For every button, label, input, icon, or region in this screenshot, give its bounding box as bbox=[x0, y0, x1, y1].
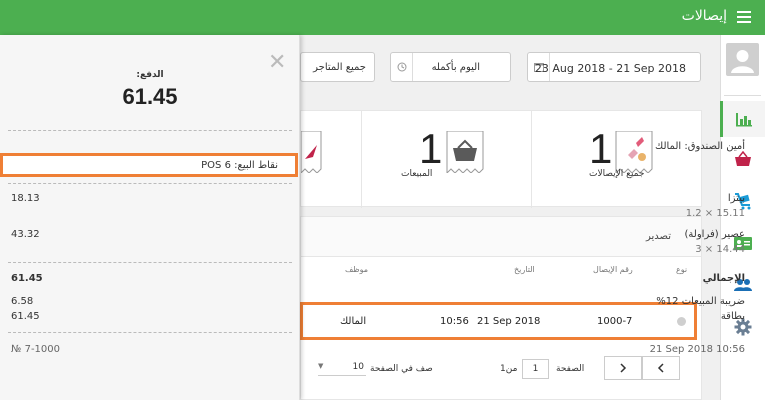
tax-value: 6.58 bbox=[11, 296, 34, 307]
receipt-total: 61.45 bbox=[122, 84, 178, 109]
receipt-type-icon bbox=[677, 317, 686, 326]
prev-page-button[interactable] bbox=[642, 356, 680, 380]
stat-refunds[interactable] bbox=[301, 111, 361, 208]
chevron-right-icon bbox=[620, 363, 627, 373]
date-range-filter[interactable]: 23 Aug 2018 - 21 Sep 2018 bbox=[527, 52, 701, 82]
row-receipt-no: 1000-7 bbox=[597, 316, 633, 327]
divider bbox=[8, 262, 292, 263]
column-header-date: التاريخ bbox=[514, 265, 535, 274]
time-filter[interactable]: اليوم بأكمله bbox=[390, 52, 511, 82]
rows-per-page-select[interactable]: ▼ 10 bbox=[318, 360, 366, 376]
row-time: 10:56 bbox=[440, 316, 469, 327]
total-label: الإجمالي bbox=[702, 273, 745, 284]
item-name: بيتزا bbox=[727, 193, 745, 204]
card-value: 61.45 bbox=[11, 311, 40, 322]
pos-line-box: نقاط البيع: POS 6 bbox=[0, 153, 298, 177]
sidebar-divider bbox=[724, 95, 761, 96]
stat-divider bbox=[361, 111, 362, 208]
receipts-count: 1 bbox=[589, 125, 613, 172]
table-header-bar: تصدير bbox=[301, 217, 701, 257]
receipt-number: № 7-1000 bbox=[11, 344, 60, 355]
stat-all-receipts[interactable]: 1 جميع الإيصالات bbox=[531, 111, 703, 208]
date-range-value: 23 Aug 2018 - 21 Sep 2018 bbox=[534, 62, 686, 75]
divider bbox=[8, 130, 292, 131]
item-amount: 18.13 bbox=[11, 193, 40, 204]
sales-label: المبيعات bbox=[401, 169, 433, 179]
chevron-left-icon bbox=[657, 363, 664, 373]
stats-panel: 1 جميع الإيصالات 1 المبيعات bbox=[300, 110, 703, 208]
payment-label: الدفع: bbox=[136, 70, 164, 80]
refund-receipt-icon bbox=[301, 131, 322, 173]
column-header-type: نوع bbox=[676, 265, 688, 274]
divider bbox=[8, 332, 292, 333]
page-number-input[interactable]: 1 bbox=[522, 359, 549, 379]
bar-chart-icon bbox=[736, 113, 752, 127]
row-employee: المالك bbox=[340, 316, 367, 327]
avatar[interactable] bbox=[726, 43, 759, 76]
rows-per-page-value: 10 bbox=[352, 362, 364, 372]
total-value: 61.45 bbox=[11, 273, 43, 284]
stat-sales[interactable]: 1 المبيعات bbox=[361, 111, 531, 208]
export-button[interactable]: تصدير bbox=[646, 231, 671, 242]
next-page-button[interactable] bbox=[604, 356, 642, 380]
stat-divider bbox=[531, 111, 532, 208]
store-filter-value: جميع المتاجر bbox=[313, 62, 366, 73]
store-filter[interactable]: جميع المتاجر bbox=[300, 52, 375, 82]
receipt-stamps-icon bbox=[615, 131, 653, 173]
basket-receipt-icon bbox=[446, 131, 484, 173]
row-date: 21 Sep 2018 bbox=[477, 316, 541, 327]
cashier-line: أمين الصندوق: المالك bbox=[655, 141, 745, 152]
dropdown-arrow-icon: ▼ bbox=[318, 362, 324, 370]
clock-icon bbox=[391, 53, 413, 81]
tax-label: ضريبة المبيعات 12% bbox=[656, 296, 745, 307]
item-name: عصير (فراولة) bbox=[684, 229, 745, 240]
item-qty-price: 3 × 14.44 bbox=[695, 244, 745, 255]
card-label: بطاقة bbox=[720, 311, 745, 322]
sidebar-item-reports[interactable] bbox=[720, 101, 765, 137]
divider bbox=[8, 183, 292, 184]
menu-icon[interactable] bbox=[737, 11, 751, 23]
rows-per-page-label: صف في الصفحة bbox=[370, 364, 433, 374]
pos-line: نقاط البيع: POS 6 bbox=[201, 160, 278, 171]
basket-icon bbox=[734, 151, 751, 166]
page-of-label: من1 bbox=[500, 364, 518, 374]
column-header-employee: موظف bbox=[345, 265, 369, 274]
receipt-datetime: 21 Sep 2018 10:56 bbox=[649, 344, 745, 355]
time-filter-value: اليوم بأكمله bbox=[431, 62, 480, 73]
page-title: إيصالات bbox=[681, 8, 727, 24]
item-qty-price: 1.2 × 15.11 bbox=[685, 208, 745, 219]
receipts-label: جميع الإيصالات bbox=[589, 169, 645, 179]
page-label: الصفحة bbox=[556, 364, 585, 374]
top-app-bar: إيصالات bbox=[0, 0, 765, 35]
item-amount: 43.32 bbox=[11, 229, 40, 240]
sales-count: 1 bbox=[419, 125, 443, 172]
column-header-receipt-no: رقم الإيصال bbox=[593, 265, 633, 274]
